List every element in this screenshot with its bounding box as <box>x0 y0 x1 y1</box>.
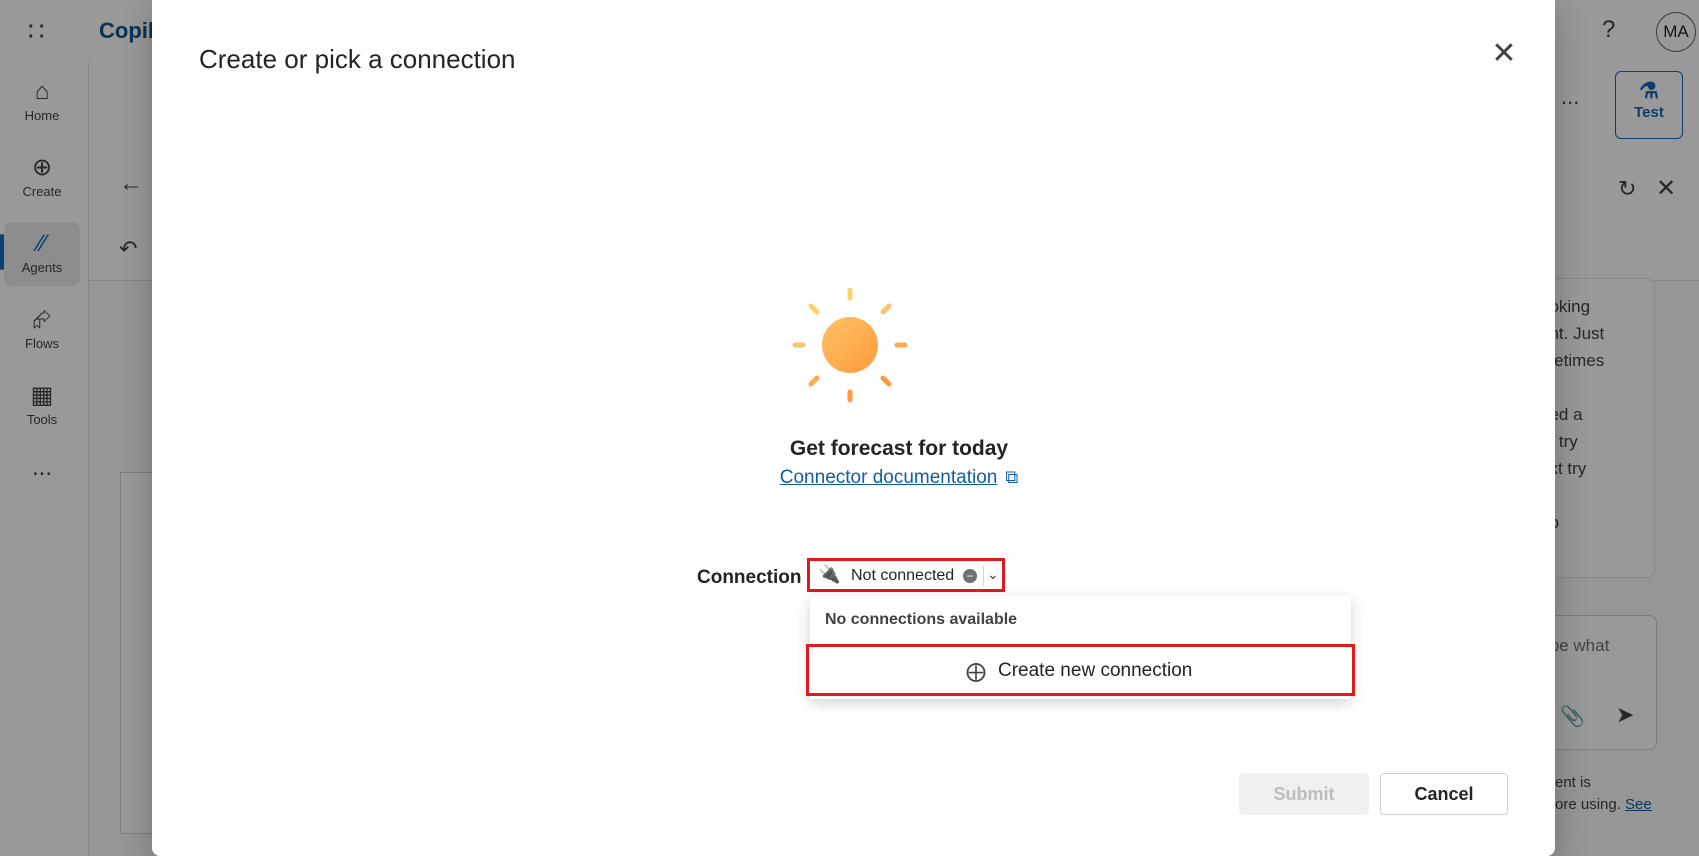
connector-documentation-link[interactable]: Connector documentation ⧉ <box>692 467 1106 489</box>
action-name: Get forecast for today <box>789 437 1009 460</box>
submit-button[interactable]: Submit <box>1239 773 1369 815</box>
doc-link-label: Connector documentation <box>779 467 998 488</box>
chevron-down-icon: ⌄ <box>987 566 999 582</box>
connection-value: Not connected <box>851 567 955 584</box>
cancel-button[interactable]: Cancel <box>1380 773 1508 815</box>
create-new-connection-label: Create new connection <box>998 660 1193 681</box>
add-connection-icon: ⨁ <box>966 661 986 683</box>
not-connected-status-icon: − <box>963 569 977 583</box>
connection-menu: No connections available ⨁ Create new co… <box>806 596 1355 699</box>
external-link-icon: ⧉ <box>1005 467 1019 487</box>
menu-header: No connections available <box>825 611 1018 628</box>
close-icon[interactable]: ✕ <box>1486 36 1522 72</box>
plug-icon: 🔌 <box>818 564 841 584</box>
connection-dropdown[interactable]: 🔌 Not connected − ⌄ <box>807 558 1005 592</box>
dropdown-divider <box>983 566 984 586</box>
connection-dialog: Create or pick a connection ✕ Get foreca… <box>152 0 1555 856</box>
sun-icon <box>792 287 908 403</box>
create-new-connection-button[interactable]: ⨁ Create new connection <box>806 644 1355 696</box>
dialog-title: Create or pick a connection <box>199 44 516 74</box>
connection-label: Connection <box>697 567 802 588</box>
